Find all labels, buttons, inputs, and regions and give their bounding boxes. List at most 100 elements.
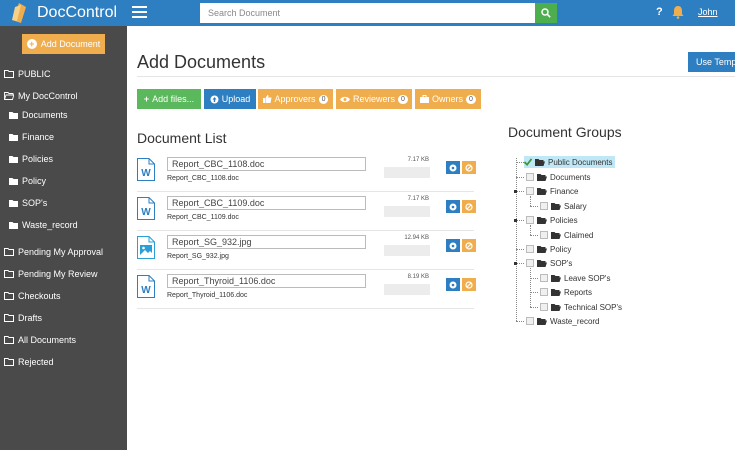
group-node-sops[interactable]: SOP's: [526, 257, 572, 269]
sidebar-item-policies[interactable]: Policies: [9, 152, 53, 166]
sidebar-item-label: Finance: [22, 132, 55, 142]
group-node-reports[interactable]: Reports: [540, 286, 592, 298]
owners-button[interactable]: Owners 0: [415, 89, 481, 109]
group-node-public-documents[interactable]: Public Documents: [524, 156, 616, 168]
tree-connector: [516, 162, 524, 163]
search-icon: [541, 8, 551, 18]
document-remove-button[interactable]: [462, 239, 476, 252]
folder-open-icon: [551, 274, 561, 282]
document-remove-button[interactable]: [462, 161, 476, 174]
document-info-button[interactable]: [446, 239, 460, 252]
tree-connector: [530, 268, 531, 307]
add-document-button[interactable]: + Add Document: [22, 34, 105, 54]
sidebar-item-drafts[interactable]: Drafts: [4, 311, 42, 325]
document-info-button[interactable]: [446, 161, 460, 174]
tree-expand-toggle[interactable]: [514, 219, 517, 222]
checkbox[interactable]: [526, 245, 534, 253]
add-files-button[interactable]: + Add files...: [137, 89, 201, 109]
group-node-policies[interactable]: Policies: [526, 214, 578, 226]
sidebar-item-rejected[interactable]: Rejected: [4, 355, 54, 369]
group-node-policy[interactable]: Policy: [526, 243, 571, 255]
reviewers-button[interactable]: Reviewers 0: [336, 89, 412, 109]
document-info-button[interactable]: [446, 278, 460, 291]
upload-progress-bar: [384, 245, 430, 256]
checkbox[interactable]: [526, 173, 534, 181]
folder-open-icon: [537, 187, 547, 195]
approvers-count-badge: 0: [318, 94, 329, 104]
group-node-leave-sops[interactable]: Leave SOP's: [540, 272, 610, 284]
group-node-waste-record[interactable]: Waste_record: [526, 315, 600, 327]
user-menu-link[interactable]: John: [698, 7, 718, 17]
sidebar-item-policy[interactable]: Policy: [9, 174, 46, 188]
group-node-salary[interactable]: Salary: [540, 200, 587, 212]
upload-button[interactable]: Upload: [204, 89, 256, 109]
folder-icon: [9, 155, 18, 163]
sidebar-item-public[interactable]: PUBLIC: [4, 67, 51, 81]
group-node-label: Reports: [564, 287, 593, 297]
checkbox[interactable]: [526, 259, 534, 267]
svg-text:W: W: [141, 207, 151, 218]
group-node-technical-sops[interactable]: Technical SOP's: [540, 301, 622, 313]
sidebar-item-label: Waste_record: [22, 220, 78, 230]
approvers-label: Approvers: [274, 94, 316, 104]
doccontrol-logo-icon: [12, 3, 26, 23]
sidebar-item-label: Checkouts: [18, 291, 61, 301]
sidebar-item-my-doccontrol[interactable]: My DocControl: [4, 89, 78, 103]
search-button[interactable]: [535, 3, 557, 23]
group-node-finance[interactable]: Finance: [526, 185, 578, 197]
use-template-button[interactable]: Use Temp: [688, 52, 735, 72]
tree-connector: [530, 235, 538, 236]
group-node-documents[interactable]: Documents: [526, 171, 590, 183]
owners-count-badge: 0: [466, 94, 476, 104]
sidebar-item-finance[interactable]: Finance: [9, 130, 54, 144]
document-remove-button[interactable]: [462, 278, 476, 291]
ban-icon: [465, 202, 473, 211]
sidebar-item-sops[interactable]: SOP's: [9, 196, 47, 210]
checkbox[interactable]: [540, 303, 548, 311]
document-name-input[interactable]: [167, 157, 366, 171]
document-row: W Report_Thyroid_1106.doc 8.19 KB: [137, 271, 476, 309]
plus-icon: +: [143, 94, 150, 104]
reviewers-count-badge: 0: [398, 94, 408, 104]
sidebar-item-all-documents[interactable]: All Documents: [4, 333, 76, 347]
checkbox[interactable]: [540, 231, 548, 239]
checkbox[interactable]: [526, 317, 534, 325]
checkbox[interactable]: [540, 274, 548, 282]
folder-open-icon: [551, 303, 561, 311]
sidebar-item-pending-my-review[interactable]: Pending My Review: [4, 267, 98, 281]
menu-toggle-icon[interactable]: [132, 6, 147, 18]
folder-outline-icon: [4, 314, 14, 322]
sidebar-item-pending-my-approval[interactable]: Pending My Approval: [4, 245, 103, 259]
checkbox-checked-icon[interactable]: [524, 158, 532, 166]
approvers-button[interactable]: Approvers 0: [258, 89, 333, 109]
sidebar-item-checkouts[interactable]: Checkouts: [4, 289, 61, 303]
document-name-input[interactable]: [167, 196, 366, 210]
group-node-claimed[interactable]: Claimed: [540, 229, 593, 241]
sidebar-item-waste-record[interactable]: Waste_record: [9, 218, 78, 232]
group-node-label: Claimed: [564, 230, 594, 240]
folder-open-icon: [551, 202, 561, 210]
checkbox[interactable]: [526, 216, 534, 224]
sidebar-item-label: Policy: [22, 176, 47, 186]
document-remove-button[interactable]: [462, 200, 476, 213]
tree-expand-toggle[interactable]: [514, 190, 517, 193]
folder-open-icon: [537, 216, 547, 224]
checkbox[interactable]: [540, 288, 548, 296]
checkbox[interactable]: [526, 187, 534, 195]
document-name-input[interactable]: [167, 274, 366, 288]
tree-expand-toggle[interactable]: [514, 262, 517, 265]
tree-connector: [516, 263, 524, 264]
add-files-label: Add files...: [152, 94, 195, 104]
document-name-input[interactable]: [167, 235, 366, 249]
document-filename: Report_CBC_1108.doc: [167, 175, 239, 182]
sidebar-item-documents[interactable]: Documents: [9, 108, 68, 122]
upload-progress-bar: [384, 167, 430, 178]
document-row: Report_SG_932.jpg 12.94 KB: [137, 232, 476, 270]
search-input[interactable]: [200, 3, 535, 23]
document-info-button[interactable]: [446, 200, 460, 213]
owners-label: Owners: [432, 94, 464, 104]
help-icon[interactable]: ?: [656, 6, 663, 18]
checkbox[interactable]: [540, 202, 548, 210]
tree-connector: [530, 225, 531, 235]
bell-icon[interactable]: [672, 5, 684, 19]
